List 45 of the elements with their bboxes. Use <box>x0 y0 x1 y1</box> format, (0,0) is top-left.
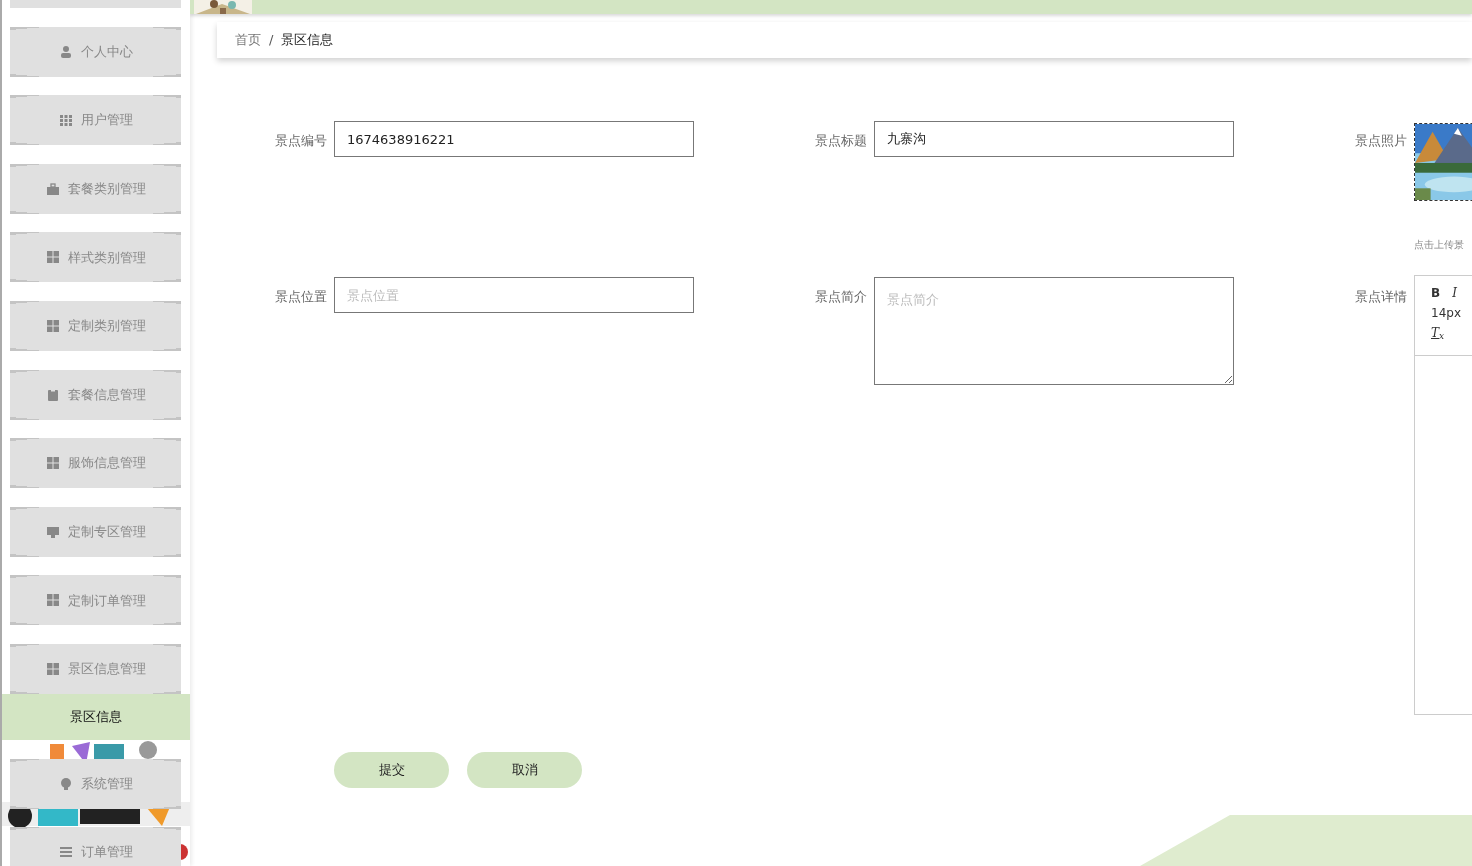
field-label: 景点编号 <box>275 132 327 150</box>
input-field[interactable]: 九寨沟 <box>874 121 1234 157</box>
person-icon <box>58 44 73 59</box>
field-label: 景点简介 <box>815 288 867 306</box>
menu-item[interactable]: 订单管理 <box>10 827 181 866</box>
cancel-button[interactable]: 取消 <box>467 752 582 788</box>
toolbar-button[interactable]: 14px <box>1431 304 1461 322</box>
tiles-icon <box>45 661 60 676</box>
list-icon <box>58 845 73 860</box>
tiles-icon <box>45 593 60 608</box>
field-label: 景点标题 <box>815 132 867 150</box>
menu-item[interactable]: 套餐信息管理 <box>10 369 181 420</box>
grid-icon <box>58 113 73 128</box>
bulb-icon <box>58 776 73 791</box>
menu-item[interactable]: 服饰信息管理 <box>10 438 181 489</box>
upload-hint: 点击上传景 <box>1414 238 1465 252</box>
field-label: 景点位置 <box>275 288 327 306</box>
breadcrumb-current: 景区信息 <box>281 31 334 50</box>
input-field[interactable]: 1674638916221 <box>334 121 694 157</box>
toolbar-button[interactable]: T$_{x}$ <box>1431 324 1445 342</box>
menu-item[interactable]: 个人中心 <box>10 26 181 77</box>
briefcase-icon <box>45 181 60 196</box>
submenu-item[interactable]: 景区信息 <box>2 693 190 740</box>
text-area[interactable]: 景点简介 <box>874 277 1234 385</box>
clipboard-icon <box>45 387 60 402</box>
tiles-icon <box>45 318 60 333</box>
tiles-icon <box>45 456 60 471</box>
menu-item[interactable]: 定制专区管理 <box>10 506 181 557</box>
menu-item[interactable]: 景区信息管理 <box>10 643 181 694</box>
menu-item[interactable]: 套餐类别管理 <box>10 163 181 214</box>
input-field[interactable]: 景点位置 <box>334 277 694 313</box>
monitor-icon <box>45 524 60 539</box>
menu-item[interactable]: 定制类别管理 <box>10 300 181 351</box>
field-label: 景点照片 <box>1355 132 1407 150</box>
menu-item[interactable]: 定制订单管理 <box>10 575 181 626</box>
field-label: 景点详情 <box>1355 288 1407 306</box>
tiles-icon <box>45 250 60 265</box>
toolbar-button[interactable]: B <box>1431 284 1441 302</box>
toolbar-button[interactable]: I <box>1452 284 1457 302</box>
breadcrumb-link[interactable]: 首页 <box>235 30 261 50</box>
submit-button[interactable]: 提交 <box>334 752 449 788</box>
menu-item[interactable]: 用户管理 <box>10 95 181 146</box>
menu-item[interactable]: 样式类别管理 <box>10 232 181 283</box>
menu-item[interactable]: 系统管理 <box>10 758 181 809</box>
breadcrumb-separator: / <box>269 31 274 50</box>
